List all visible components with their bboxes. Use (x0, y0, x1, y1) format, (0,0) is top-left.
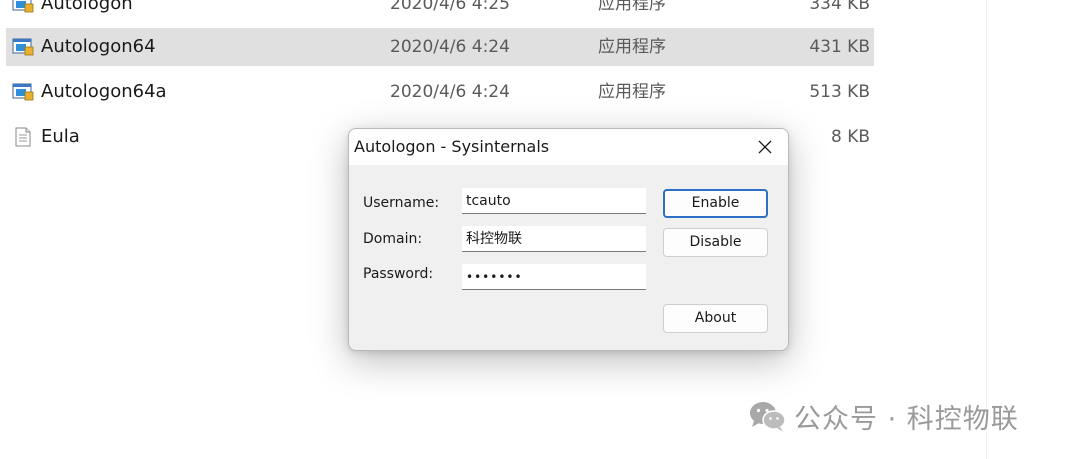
enable-button[interactable]: Enable (663, 189, 768, 218)
file-name: Autologon (41, 0, 133, 14)
disable-button[interactable]: Disable (663, 228, 768, 257)
domain-label: Domain: (363, 231, 423, 247)
file-date: 2020/4/6 4:24 (390, 82, 510, 102)
file-date: 2020/4/6 4:24 (390, 37, 510, 57)
app-icon (12, 37, 34, 57)
file-size: 431 KB (809, 37, 870, 57)
watermark: 公众号 · 科控物联 (748, 398, 1019, 435)
file-size: 334 KB (809, 0, 870, 14)
file-size: 8 KB (830, 127, 870, 147)
app-icon (12, 0, 34, 14)
file-row-autologon[interactable]: Autologon 2020/4/6 4:25 应用程序 334 KB (6, 0, 874, 23)
about-button[interactable]: About (663, 304, 768, 333)
username-label: Username: (363, 195, 440, 211)
file-row-autologon64[interactable]: Autologon64 2020/4/6 4:24 应用程序 431 KB (6, 28, 874, 66)
password-label: Password: (363, 266, 434, 282)
file-name: Autologon64 (41, 36, 156, 57)
dialog-titlebar[interactable]: Autologon - Sysinternals (349, 129, 788, 165)
wechat-icon (750, 402, 786, 432)
text-file-icon (12, 127, 34, 147)
autologon-dialog: Autologon - Sysinternals Username: tcaut… (348, 128, 789, 351)
file-type: 应用程序 (598, 37, 666, 57)
close-button[interactable] (742, 129, 788, 165)
file-size: 513 KB (809, 82, 870, 102)
domain-input[interactable]: 科控物联 (462, 226, 646, 252)
file-name: Eula (41, 126, 80, 147)
file-date: 2020/4/6 4:25 (390, 0, 510, 14)
pane-divider (986, 0, 987, 459)
app-icon (12, 82, 34, 102)
username-input[interactable]: tcauto (462, 188, 646, 214)
close-icon (758, 140, 772, 154)
password-input[interactable]: ••••••• (462, 264, 646, 290)
file-name: Autologon64a (41, 81, 167, 102)
file-type: 应用程序 (598, 0, 666, 14)
file-row-autologon64a[interactable]: Autologon64a 2020/4/6 4:24 应用程序 513 KB (6, 73, 874, 111)
file-type: 应用程序 (598, 82, 666, 102)
watermark-text: 公众号 · 科控物联 (794, 403, 1019, 435)
dialog-title: Autologon - Sysinternals (354, 137, 550, 156)
